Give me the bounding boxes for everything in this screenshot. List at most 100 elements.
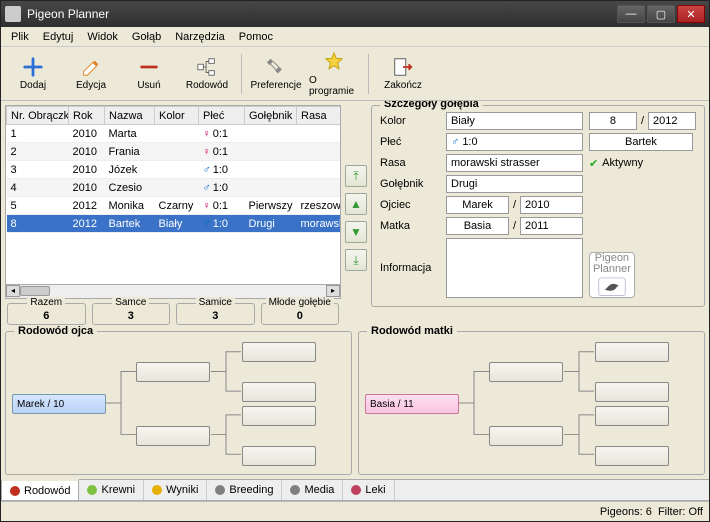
info-value bbox=[446, 238, 583, 298]
ring-number: 8 bbox=[589, 112, 637, 130]
edit-button[interactable]: Edycja bbox=[63, 53, 119, 94]
mother-year: 2011 bbox=[520, 217, 583, 235]
father-pedigree: Rodowód ojca Marek / 10 bbox=[5, 331, 352, 475]
pedigree-button[interactable]: Rodowód bbox=[179, 53, 235, 94]
details-group: Szczegóły gołębia Kolor Biały 8 / 2012 P… bbox=[371, 105, 705, 307]
mother-root[interactable]: Basia / 11 bbox=[365, 394, 459, 414]
ok-icon: ✔ bbox=[589, 157, 598, 170]
sex-label: Płeć bbox=[380, 136, 440, 148]
table-row[interactable]: 52012MonikaCzarny♀ 0:1Pierwszyrzeszowsk bbox=[7, 197, 342, 215]
menu-narzedzia[interactable]: Narzędzia bbox=[169, 29, 231, 45]
table-row[interactable]: 42010Czesio♂ 1:0 bbox=[7, 179, 342, 197]
move-up-button[interactable]: ▲ bbox=[345, 193, 367, 215]
menu-golab[interactable]: Gołąb bbox=[126, 29, 167, 45]
menu-pomoc[interactable]: Pomoc bbox=[233, 29, 279, 45]
male-icon: ♂ bbox=[451, 136, 459, 148]
females-box: Samice3 bbox=[176, 303, 255, 325]
table-row[interactable]: 12010Marta♀ 0:1 bbox=[7, 125, 342, 143]
info-label: Informacja bbox=[380, 262, 440, 274]
table-row[interactable]: 22010Frania♀ 0:1 bbox=[7, 143, 342, 161]
status-value: ✔Aktywny bbox=[589, 157, 696, 170]
tab-wyniki[interactable]: Wyniki bbox=[144, 480, 207, 500]
bottom-tabs: Rodowód Krewni Wyniki Breeding Media Lek… bbox=[1, 479, 709, 501]
female-icon: ♀ bbox=[203, 200, 211, 212]
father-ggp4[interactable] bbox=[242, 446, 316, 466]
move-bottom-button[interactable]: ⤓ bbox=[345, 249, 367, 271]
app-icon bbox=[5, 6, 21, 22]
father-gp2[interactable] bbox=[136, 426, 210, 446]
menu-widok[interactable]: Widok bbox=[81, 29, 124, 45]
details-title: Szczegóły gołębia bbox=[380, 101, 483, 110]
mother-pedigree: Rodowód matki Basia / 11 bbox=[358, 331, 705, 475]
window-title: Pigeon Planner bbox=[27, 7, 617, 21]
column-header[interactable]: Rasa bbox=[297, 107, 342, 125]
about-button[interactable]: O programie bbox=[306, 48, 362, 100]
column-header[interactable]: Płeć bbox=[199, 107, 245, 125]
mother-gp1[interactable] bbox=[489, 362, 563, 382]
scroll-thumb[interactable] bbox=[20, 286, 50, 296]
loft-value: Drugi bbox=[446, 175, 583, 193]
table-row[interactable]: 82012BartekBiały♂ 1:0Drugimorawski bbox=[7, 215, 342, 233]
father-root[interactable]: Marek / 10 bbox=[12, 394, 106, 414]
preferences-button[interactable]: Preferencje bbox=[248, 53, 304, 94]
table-row[interactable]: 32010Józek♂ 1:0 bbox=[7, 161, 342, 179]
father-ggp3[interactable] bbox=[242, 406, 316, 426]
statusbar: Pigeons: 6 Filter: Off bbox=[1, 501, 709, 521]
mother-name: Basia bbox=[446, 217, 509, 235]
pigeon-table[interactable]: Nr. ObrączkiRokNazwaKolorPłećGołębnikRas… bbox=[5, 105, 341, 285]
scroll-right-icon[interactable]: ▸ bbox=[326, 285, 340, 297]
mother-ggp3[interactable] bbox=[595, 406, 669, 426]
move-top-button[interactable]: ⤒ bbox=[345, 165, 367, 187]
app-logo: Pigeon Planner bbox=[589, 252, 635, 298]
column-header[interactable]: Nazwa bbox=[105, 107, 155, 125]
column-header[interactable]: Gołębnik bbox=[245, 107, 297, 125]
delete-button[interactable]: Usuń bbox=[121, 53, 177, 94]
father-ggp1[interactable] bbox=[242, 342, 316, 362]
titlebar: Pigeon Planner — ▢ ✕ bbox=[1, 1, 709, 27]
loft-label: Gołębnik bbox=[380, 178, 440, 190]
father-year: 2010 bbox=[520, 196, 583, 214]
young-box: Młode gołębie0 bbox=[261, 303, 340, 325]
tab-breeding[interactable]: Breeding bbox=[207, 480, 282, 500]
sex-value: ♂ 1:0 bbox=[446, 133, 583, 151]
ring-year: 2012 bbox=[648, 112, 696, 130]
tab-rodowod[interactable]: Rodowód bbox=[1, 479, 79, 500]
tab-leki[interactable]: Leki bbox=[343, 480, 394, 500]
male-icon: ♂ bbox=[203, 182, 211, 194]
father-name: Marek bbox=[446, 196, 509, 214]
exit-button[interactable]: Zakończ bbox=[375, 53, 431, 94]
column-header[interactable]: Kolor bbox=[155, 107, 199, 125]
father-label: Ojciec bbox=[380, 199, 440, 211]
color-label: Kolor bbox=[380, 115, 440, 127]
close-button[interactable]: ✕ bbox=[677, 5, 705, 23]
tab-media[interactable]: Media bbox=[282, 480, 343, 500]
column-header[interactable]: Nr. Obrączki bbox=[7, 107, 69, 125]
move-down-button[interactable]: ▼ bbox=[345, 221, 367, 243]
menu-plik[interactable]: Plik bbox=[5, 29, 35, 45]
males-box: Samce3 bbox=[92, 303, 171, 325]
female-icon: ♀ bbox=[203, 146, 211, 158]
tab-krewni[interactable]: Krewni bbox=[79, 480, 144, 500]
column-header[interactable]: Rok bbox=[69, 107, 105, 125]
breed-label: Rasa bbox=[380, 157, 440, 169]
breed-value: morawski strasser bbox=[446, 154, 583, 172]
toolbar: Dodaj Edycja Usuń Rodowód Preferencje O … bbox=[1, 47, 709, 101]
add-button[interactable]: Dodaj bbox=[5, 53, 61, 94]
scroll-left-icon[interactable]: ◂ bbox=[6, 285, 20, 297]
father-ggp2[interactable] bbox=[242, 382, 316, 402]
maximize-button[interactable]: ▢ bbox=[647, 5, 675, 23]
minimize-button[interactable]: — bbox=[617, 5, 645, 23]
mother-ggp1[interactable] bbox=[595, 342, 669, 362]
total-box: Razem6 bbox=[7, 303, 86, 325]
mother-label: Matka bbox=[380, 220, 440, 232]
menu-edytuj[interactable]: Edytuj bbox=[37, 29, 80, 45]
father-gp1[interactable] bbox=[136, 362, 210, 382]
color-value: Biały bbox=[446, 112, 583, 130]
mother-ggp4[interactable] bbox=[595, 446, 669, 466]
status-pigeons: Pigeons: 6 bbox=[600, 506, 652, 518]
menubar: Plik Edytuj Widok Gołąb Narzędzia Pomoc bbox=[1, 27, 709, 47]
status-filter: Filter: Off bbox=[658, 506, 703, 518]
mother-gp2[interactable] bbox=[489, 426, 563, 446]
male-icon: ♂ bbox=[203, 218, 211, 230]
mother-ggp2[interactable] bbox=[595, 382, 669, 402]
